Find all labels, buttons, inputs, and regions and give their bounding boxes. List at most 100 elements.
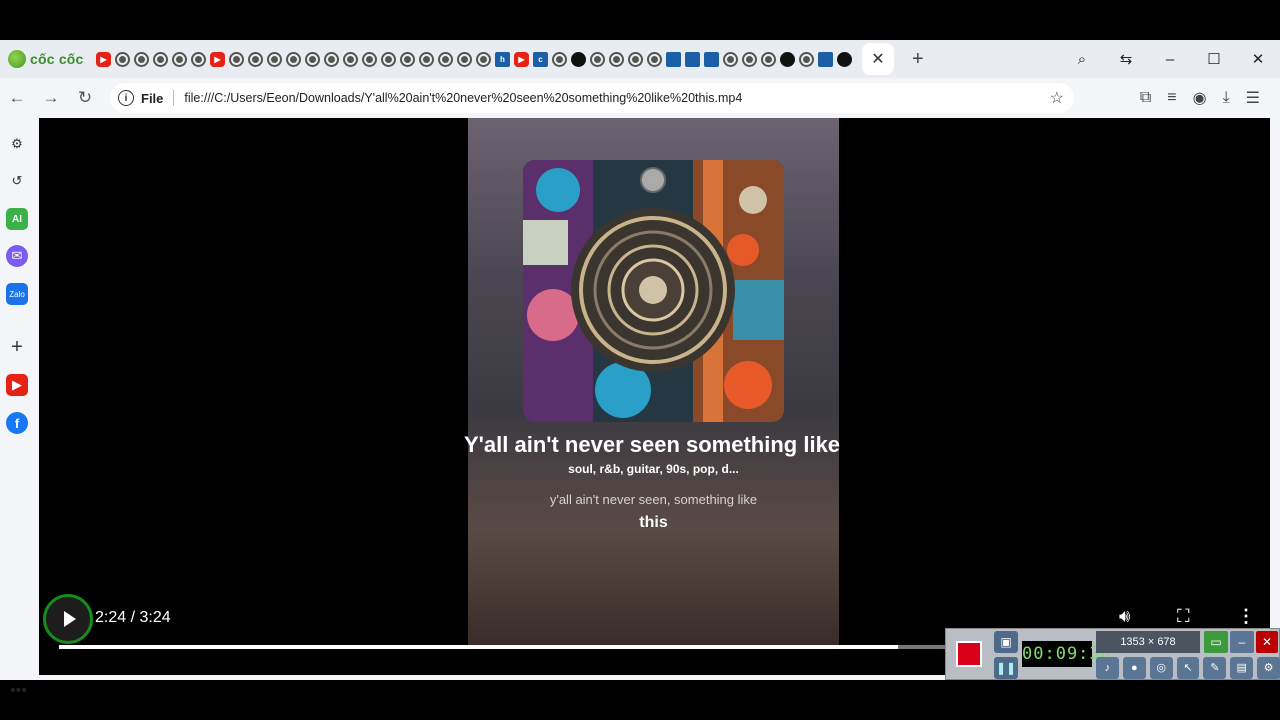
tab-favicon-icon[interactable] [818,51,833,67]
facebook-icon[interactable]: f [6,412,28,434]
tab-favicon-icon[interactable] [704,51,719,67]
tab-favicon-icon[interactable] [609,51,624,67]
tab-favicon-icon[interactable] [267,51,282,67]
album-artwork [523,160,784,422]
seek-bar-fill [59,645,898,649]
coccoc-logo-icon [8,50,26,68]
microphone-icon[interactable]: ● [1122,657,1146,679]
download-icon[interactable]: ⤓ [1223,89,1230,107]
tab-favicon-icon[interactable] [780,51,795,67]
tab-favicon-icon[interactable] [628,51,643,67]
camera-snapshot-icon[interactable]: ▣ [994,631,1018,653]
pause-button[interactable]: ❚❚ [994,657,1018,679]
fullscreen-icon[interactable]: ⛶ [1177,606,1190,627]
menu-icon[interactable]: ☰ [1246,88,1260,108]
play-button[interactable] [43,594,93,644]
tab-favicon-icon[interactable] [457,51,472,67]
browser-brand[interactable]: cốc cốc [0,50,96,68]
tab-favicon-icon[interactable] [476,51,491,67]
maximize-icon[interactable]: ☐ [1192,50,1236,68]
close-recorder-icon[interactable]: ✕ [1256,631,1278,653]
tab-favicon-icon[interactable] [324,51,339,67]
tab-favicon-icon[interactable] [172,51,187,67]
song-tags: soul, r&b, guitar, 90s, pop, d... [568,462,739,476]
pen-icon[interactable]: ✎ [1203,657,1227,679]
tab-favicon-icon[interactable] [362,51,377,67]
tab-favicon-icon[interactable] [229,51,244,67]
sidebar-more-icon[interactable]: ••• [10,682,27,700]
volume-icon[interactable]: 🔊︎ [1119,606,1130,627]
tab-favicon-icon[interactable] [742,51,757,67]
stop-record-button[interactable] [956,641,982,667]
scheme-label: File [141,90,164,106]
tab-youtube-icon[interactable]: ▶ [210,51,225,67]
back-to-tab-icon[interactable]: ⇆ [1104,50,1148,68]
extensions-icon[interactable]: ⧉ [1140,89,1151,107]
youtube-icon[interactable]: ▶ [6,374,28,396]
tab-favicon-icon[interactable] [799,51,814,67]
settings-gear-icon[interactable]: ⚙ [6,133,28,155]
playlist-icon[interactable]: ≡ [1167,89,1176,107]
tab-google-icon[interactable] [552,51,567,67]
tab-github-icon[interactable] [837,51,852,67]
profile-icon[interactable]: ◉ [1193,88,1207,108]
cursor-icon[interactable]: ↖ [1176,657,1200,679]
active-tab-close-icon[interactable]: ✕ [862,43,894,75]
more-options-icon[interactable]: ⋮ [1237,606,1255,627]
reload-icon[interactable]: ↻ [68,88,102,108]
minimize-icon[interactable]: – [1148,51,1192,68]
close-window-icon[interactable]: ✕ [1236,50,1280,68]
url-text[interactable]: file:///C:/Users/Eeon/Downloads/Y'all%20… [184,91,742,105]
zalo-icon[interactable]: Zalo [6,283,28,305]
tab-favicon-icon[interactable] [571,51,586,67]
tab-favicon-icon[interactable] [286,51,301,67]
tab-favicon-icon[interactable] [647,51,662,67]
ai-assistant-icon[interactable]: AI [6,208,28,230]
browser-brand-name: cốc cốc [30,51,84,67]
tab-strip: ▶ ▶ h ▶ c ✕ + [96,40,924,78]
tab-favicon-icon[interactable] [115,51,130,67]
tab-favicon-icon[interactable] [400,51,415,67]
video-player[interactable]: Y'all ain't never seen something like th… [39,118,1270,675]
site-info-icon[interactable]: i [118,90,134,106]
tab-cbs-icon[interactable]: c [533,51,548,67]
region-icon[interactable]: ▭ [1204,631,1228,653]
song-title: Y'all ain't never seen something like th… [464,432,844,457]
speaker-icon[interactable]: ♪ [1096,657,1119,679]
bookmark-star-icon[interactable]: ☆ [1050,88,1064,108]
tab-favicon-icon[interactable] [191,51,206,67]
tab-favicon-icon[interactable] [438,51,453,67]
forward-arrow-icon[interactable]: → [34,88,68,108]
tab-favicon-icon[interactable] [381,51,396,67]
tab-favicon-icon[interactable] [153,51,168,67]
new-tab-button[interactable]: + [912,48,924,71]
tab-favicon-icon[interactable] [134,51,149,67]
record-timer: 00:09:38 [1022,641,1111,667]
history-icon[interactable]: ↺ [6,170,28,192]
minimize-recorder-icon[interactable]: – [1230,631,1254,653]
webcam-icon[interactable]: ◎ [1149,657,1173,679]
tab-favicon-icon[interactable] [343,51,358,67]
folder-icon[interactable]: ▤ [1230,657,1254,679]
tab-youtube-icon[interactable]: ▶ [96,51,111,67]
tab-favicon-icon[interactable] [419,51,434,67]
screen-search-icon[interactable]: ⌕ [1060,51,1104,68]
settings-icon[interactable]: ⚙ [1257,657,1280,679]
tab-favicon-icon[interactable] [590,51,605,67]
messenger-icon[interactable]: ✉ [6,245,28,267]
window-controls: ⌕ ⇆ – ☐ ✕ [1060,40,1280,78]
add-icon[interactable]: + [6,336,28,358]
tab-favicon-icon[interactable] [248,51,263,67]
tab-favicon-icon[interactable] [685,51,700,67]
lyric-line-current: this [639,514,668,531]
address-bar[interactable]: i File file:///C:/Users/Eeon/Downloads/Y… [110,83,1074,113]
tab-favicon-icon[interactable] [666,51,681,67]
lyric-line: y'all ain't never seen, something like [549,492,758,507]
tab-favicon-icon[interactable] [723,51,738,67]
tab-favicon-icon[interactable] [761,51,776,67]
tab-favicon-icon[interactable] [305,51,320,67]
tab-hn-icon[interactable]: h [495,51,510,67]
tab-youtube-icon[interactable]: ▶ [514,51,529,67]
play-icon [64,611,76,627]
back-arrow-icon[interactable]: ← [0,88,34,108]
